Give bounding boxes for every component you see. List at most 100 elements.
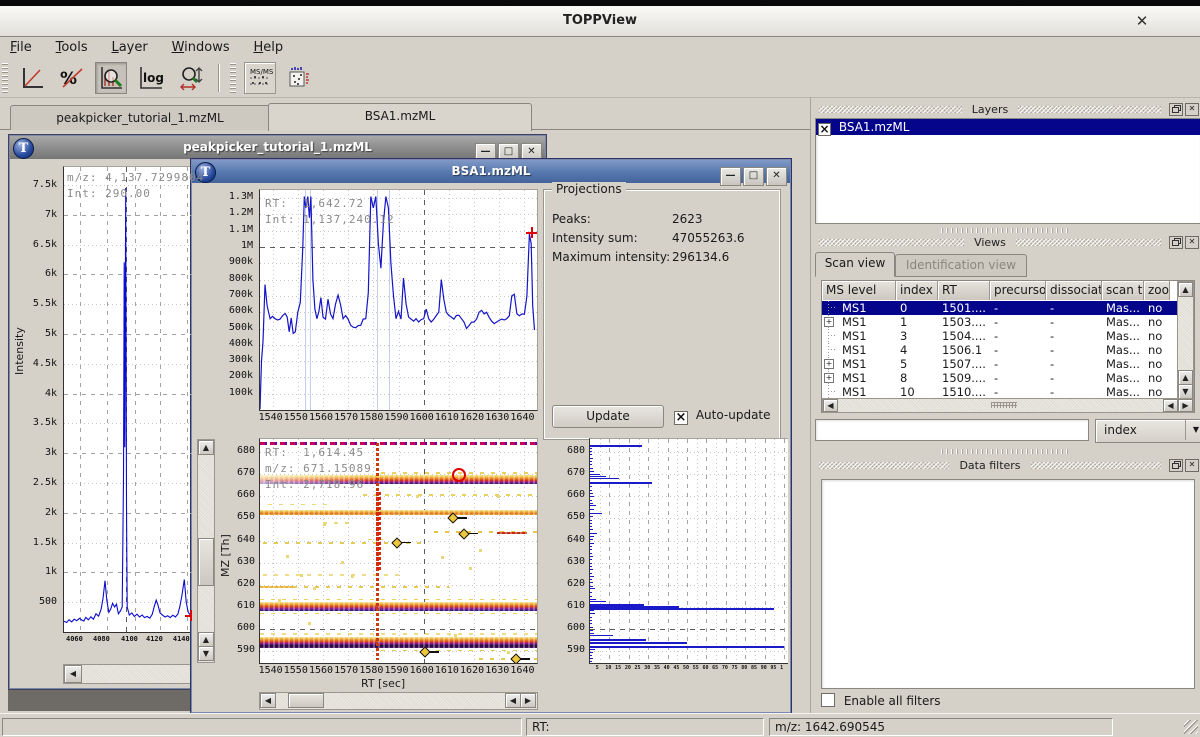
toolbar-grip[interactable] — [2, 63, 8, 93]
menu-tools[interactable]: Tools — [46, 37, 98, 58]
table-row[interactable]: MS1101510....--Mas...no — [822, 385, 1194, 399]
float-panel-icon[interactable] — [1169, 459, 1183, 472]
toolbar-grip[interactable] — [230, 63, 236, 93]
window-bsa1[interactable]: T BSA1.mzML —□✕ RT: 1,642.72 Int: 1,137,… — [190, 158, 792, 714]
menu-layer[interactable]: Layer — [101, 37, 157, 58]
scan-search-input[interactable] — [815, 419, 1089, 441]
scroll-left-icon[interactable]: ◀ — [64, 665, 82, 683]
scroll-up-icon[interactable]: ▲ — [1178, 282, 1193, 297]
data-filters-panel-header[interactable]: Data filters ✕ — [813, 459, 1199, 472]
zoom-axes-button[interactable] — [175, 62, 207, 94]
map-v-scrollbar[interactable]: ▲ ▲ ▼ — [197, 439, 215, 663]
proj-x-tick: 60 — [702, 665, 708, 671]
scan-search-column-combo[interactable]: index ▼ — [1095, 419, 1200, 443]
float-panel-icon[interactable] — [1169, 103, 1183, 116]
table-row[interactable]: +MS151507....--Mas...no — [822, 357, 1194, 371]
update-button[interactable]: Update — [552, 405, 664, 428]
panel-splitter[interactable] — [941, 228, 1071, 233]
table-v-scrollbar[interactable]: ▲▲▼ — [1177, 281, 1194, 400]
close-panel-icon[interactable]: ✕ — [1185, 103, 1199, 116]
arrow-shape — [457, 517, 467, 519]
scroll-left-icon[interactable]: ◀ — [1163, 399, 1178, 412]
tab-scan-view[interactable]: Scan view — [815, 252, 895, 277]
map-y-tick: 640 — [215, 534, 255, 545]
menu-help[interactable]: Help — [243, 37, 293, 58]
float-panel-icon[interactable] — [1169, 236, 1183, 249]
projections-maxint-value: 296134.6 — [672, 250, 729, 264]
reset-zoom-button[interactable] — [95, 62, 127, 94]
2d-view-button[interactable] — [283, 62, 315, 94]
close-panel-icon[interactable]: ✕ — [1185, 236, 1199, 249]
heatmap-dot — [497, 495, 500, 498]
column-header-index[interactable]: index — [896, 281, 938, 300]
proj-x-tick: 50 — [683, 665, 689, 671]
tab-identification-view[interactable]: Identification view — [895, 254, 1027, 277]
column-header-scan-typ[interactable]: scan typ — [1102, 281, 1144, 300]
views-panel-header[interactable]: Views ✕ — [813, 236, 1199, 249]
chrom-y-tick: 400k — [213, 338, 253, 349]
column-header-precurso[interactable]: precurso — [990, 281, 1046, 300]
layers-panel-header[interactable]: Layers ✕ — [813, 103, 1199, 116]
scroll-up-icon[interactable]: ▲ — [1178, 370, 1193, 385]
expand-icon[interactable]: + — [824, 317, 834, 327]
layers-list[interactable]: × BSA1.mzML — [815, 118, 1200, 224]
map-h-scrollbar[interactable]: ◀ ◀ ▶ — [259, 692, 538, 710]
table-row[interactable]: MS141506.1--Mas...no — [822, 343, 1194, 357]
log-intensity-button[interactable]: log — [135, 62, 167, 94]
spectrum-1d-canvas[interactable] — [63, 166, 193, 633]
table-row[interactable]: MS101501....--Mas...no — [822, 301, 1194, 315]
auto-update-checkbox[interactable]: × — [674, 411, 688, 425]
mz-projection-canvas[interactable] — [589, 438, 788, 664]
percentage-intensity-button[interactable]: % — [56, 62, 88, 94]
column-header-ms-level[interactable]: MS level — [822, 281, 896, 300]
scroll-down-icon[interactable]: ▼ — [1178, 384, 1193, 399]
scan-table[interactable]: MS levelindexRTprecursodissociatscan typ… — [821, 280, 1195, 413]
scroll-up-icon[interactable]: ▲ — [198, 440, 214, 455]
table-cell: - — [990, 371, 1048, 385]
tab-peakpicker[interactable]: peakpicker_tutorial_1.mzML — [10, 105, 270, 130]
main-titlebar[interactable]: TOPPView ✕ — [0, 6, 1200, 37]
layer-item-bsa1[interactable]: × BSA1.mzML — [816, 119, 1200, 135]
column-header-dissociat[interactable]: dissociat — [1046, 281, 1102, 300]
enable-all-filters-checkbox[interactable] — [821, 693, 835, 707]
close-panel-icon[interactable]: ✕ — [1185, 459, 1199, 472]
projection-bar — [590, 543, 594, 544]
menu-windows[interactable]: Windows — [162, 37, 240, 58]
msms-view-button[interactable]: MS/MS — [244, 62, 276, 94]
linear-intensity-axis-button[interactable] — [16, 62, 48, 94]
panel-splitter[interactable] — [941, 449, 1071, 454]
table-cell: MS1 — [838, 301, 898, 315]
expand-icon[interactable]: + — [824, 359, 834, 369]
map-v-scroll-thumb[interactable] — [198, 538, 214, 586]
close-icon[interactable]: ✕ — [766, 167, 787, 186]
table-row[interactable]: +MS111503....--Mas...no — [822, 315, 1194, 329]
bsa1-titlebar[interactable]: T BSA1.mzML —□✕ — [192, 160, 790, 183]
maximize-icon[interactable]: □ — [743, 167, 764, 186]
scroll-left-icon[interactable]: ◀ — [260, 693, 276, 708]
column-header-zoom[interactable]: zoom — [1144, 281, 1170, 300]
scroll-up-icon[interactable]: ▲ — [198, 632, 214, 647]
expand-icon[interactable]: + — [824, 373, 834, 383]
menu-file[interactable]: File — [0, 37, 42, 58]
minimize-icon[interactable]: — — [720, 167, 741, 186]
tab-bsa1[interactable]: BSA1.mzML — [268, 103, 532, 131]
scroll-left-icon[interactable]: ◀ — [823, 399, 838, 412]
table-h-scrollbar[interactable]: ◀◀▶ — [822, 398, 1194, 413]
column-header-rt[interactable]: RT — [938, 281, 990, 300]
resize-grip[interactable] — [1184, 720, 1198, 734]
scroll-right-icon[interactable]: ▶ — [1178, 399, 1193, 412]
layer-visibility-checkbox[interactable]: × — [818, 123, 831, 136]
peakpicker-titlebar[interactable]: T peakpicker_tutorial_1.mzML —□✕ — [10, 136, 545, 159]
mdi-background — [8, 687, 190, 711]
data-filters-list[interactable] — [821, 479, 1195, 689]
chevron-down-icon[interactable]: ▼ — [1185, 420, 1200, 440]
scroll-left-icon[interactable]: ◀ — [505, 693, 521, 708]
pp-x-tick: 4140 — [173, 635, 190, 643]
close-icon[interactable]: ✕ — [1132, 11, 1152, 31]
scroll-down-icon[interactable]: ▼ — [198, 646, 214, 661]
map-h-scroll-thumb[interactable] — [288, 693, 324, 708]
status-mz-field: m/z: 1642.690545 — [769, 718, 1113, 736]
table-row[interactable]: MS131504....--Mas...no — [822, 329, 1194, 343]
scroll-right-icon[interactable]: ▶ — [520, 693, 536, 708]
table-row[interactable]: +MS181509....--Mas...no — [822, 371, 1194, 385]
